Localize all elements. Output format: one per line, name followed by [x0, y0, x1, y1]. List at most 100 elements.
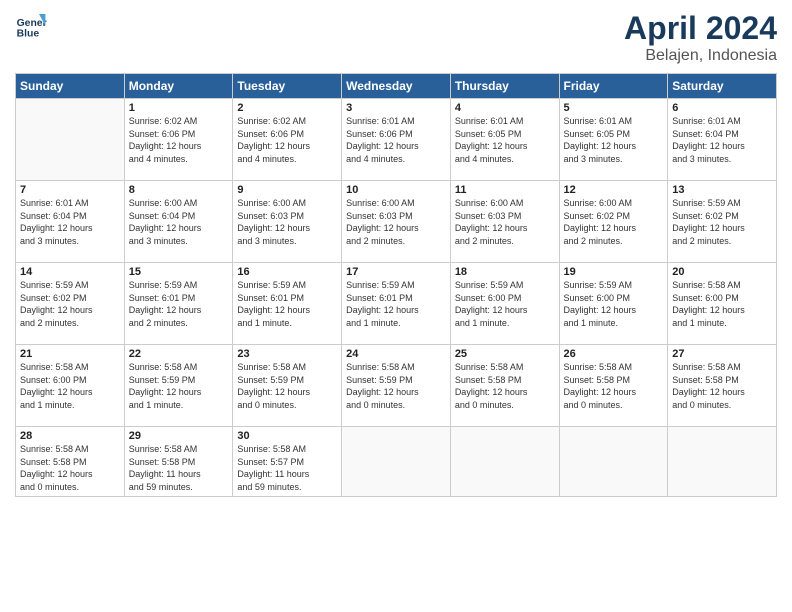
- col-header-wednesday: Wednesday: [342, 74, 451, 99]
- day-info: Sunrise: 6:01 AM Sunset: 6:05 PM Dayligh…: [564, 115, 664, 165]
- calendar-cell: [450, 427, 559, 497]
- day-number: 10: [346, 184, 446, 196]
- col-header-friday: Friday: [559, 74, 668, 99]
- day-info: Sunrise: 6:02 AM Sunset: 6:06 PM Dayligh…: [237, 115, 337, 165]
- calendar-cell: 23Sunrise: 5:58 AM Sunset: 5:59 PM Dayli…: [233, 345, 342, 427]
- calendar-cell: 21Sunrise: 5:58 AM Sunset: 6:00 PM Dayli…: [16, 345, 125, 427]
- day-number: 14: [20, 266, 120, 278]
- day-number: 19: [564, 266, 664, 278]
- day-info: Sunrise: 5:59 AM Sunset: 6:00 PM Dayligh…: [455, 279, 555, 329]
- calendar-cell: 12Sunrise: 6:00 AM Sunset: 6:02 PM Dayli…: [559, 181, 668, 263]
- day-info: Sunrise: 5:58 AM Sunset: 5:58 PM Dayligh…: [129, 443, 229, 493]
- day-info: Sunrise: 5:58 AM Sunset: 6:00 PM Dayligh…: [20, 361, 120, 411]
- calendar-cell: 1Sunrise: 6:02 AM Sunset: 6:06 PM Daylig…: [124, 99, 233, 181]
- calendar-cell: 16Sunrise: 5:59 AM Sunset: 6:01 PM Dayli…: [233, 263, 342, 345]
- day-info: Sunrise: 6:00 AM Sunset: 6:03 PM Dayligh…: [455, 197, 555, 247]
- col-header-tuesday: Tuesday: [233, 74, 342, 99]
- calendar-cell: 4Sunrise: 6:01 AM Sunset: 6:05 PM Daylig…: [450, 99, 559, 181]
- day-info: Sunrise: 5:58 AM Sunset: 6:00 PM Dayligh…: [672, 279, 772, 329]
- day-number: 1: [129, 102, 229, 114]
- logo: General Blue: [15, 10, 47, 42]
- day-number: 29: [129, 430, 229, 442]
- location: Belajen, Indonesia: [624, 47, 777, 65]
- calendar-cell: [342, 427, 451, 497]
- day-number: 12: [564, 184, 664, 196]
- calendar-cell: 28Sunrise: 5:58 AM Sunset: 5:58 PM Dayli…: [16, 427, 125, 497]
- day-info: Sunrise: 6:01 AM Sunset: 6:05 PM Dayligh…: [455, 115, 555, 165]
- day-info: Sunrise: 5:59 AM Sunset: 6:02 PM Dayligh…: [672, 197, 772, 247]
- day-info: Sunrise: 5:58 AM Sunset: 5:58 PM Dayligh…: [20, 443, 120, 493]
- day-info: Sunrise: 5:59 AM Sunset: 6:01 PM Dayligh…: [129, 279, 229, 329]
- day-number: 9: [237, 184, 337, 196]
- day-number: 20: [672, 266, 772, 278]
- calendar-cell: 24Sunrise: 5:58 AM Sunset: 5:59 PM Dayli…: [342, 345, 451, 427]
- day-info: Sunrise: 5:58 AM Sunset: 5:58 PM Dayligh…: [455, 361, 555, 411]
- day-info: Sunrise: 6:01 AM Sunset: 6:04 PM Dayligh…: [20, 197, 120, 247]
- day-number: 26: [564, 348, 664, 360]
- calendar-cell: 8Sunrise: 6:00 AM Sunset: 6:04 PM Daylig…: [124, 181, 233, 263]
- day-info: Sunrise: 5:59 AM Sunset: 6:01 PM Dayligh…: [237, 279, 337, 329]
- col-header-monday: Monday: [124, 74, 233, 99]
- day-number: 27: [672, 348, 772, 360]
- day-info: Sunrise: 5:59 AM Sunset: 6:00 PM Dayligh…: [564, 279, 664, 329]
- calendar-cell: 14Sunrise: 5:59 AM Sunset: 6:02 PM Dayli…: [16, 263, 125, 345]
- day-number: 28: [20, 430, 120, 442]
- calendar-cell: 5Sunrise: 6:01 AM Sunset: 6:05 PM Daylig…: [559, 99, 668, 181]
- calendar-cell: 18Sunrise: 5:59 AM Sunset: 6:00 PM Dayli…: [450, 263, 559, 345]
- day-number: 30: [237, 430, 337, 442]
- day-info: Sunrise: 6:00 AM Sunset: 6:03 PM Dayligh…: [346, 197, 446, 247]
- day-number: 25: [455, 348, 555, 360]
- calendar-cell: 6Sunrise: 6:01 AM Sunset: 6:04 PM Daylig…: [668, 99, 777, 181]
- calendar-cell: 9Sunrise: 6:00 AM Sunset: 6:03 PM Daylig…: [233, 181, 342, 263]
- day-number: 22: [129, 348, 229, 360]
- logo-icon: General Blue: [15, 10, 47, 42]
- calendar-cell: 10Sunrise: 6:00 AM Sunset: 6:03 PM Dayli…: [342, 181, 451, 263]
- calendar-cell: 19Sunrise: 5:59 AM Sunset: 6:00 PM Dayli…: [559, 263, 668, 345]
- calendar-cell: 2Sunrise: 6:02 AM Sunset: 6:06 PM Daylig…: [233, 99, 342, 181]
- day-info: Sunrise: 6:00 AM Sunset: 6:04 PM Dayligh…: [129, 197, 229, 247]
- day-info: Sunrise: 6:00 AM Sunset: 6:03 PM Dayligh…: [237, 197, 337, 247]
- calendar-cell: 7Sunrise: 6:01 AM Sunset: 6:04 PM Daylig…: [16, 181, 125, 263]
- calendar-cell: 17Sunrise: 5:59 AM Sunset: 6:01 PM Dayli…: [342, 263, 451, 345]
- day-number: 15: [129, 266, 229, 278]
- calendar-cell: 15Sunrise: 5:59 AM Sunset: 6:01 PM Dayli…: [124, 263, 233, 345]
- title-area: April 2024 Belajen, Indonesia: [624, 10, 777, 65]
- col-header-saturday: Saturday: [668, 74, 777, 99]
- calendar-cell: 11Sunrise: 6:00 AM Sunset: 6:03 PM Dayli…: [450, 181, 559, 263]
- day-number: 23: [237, 348, 337, 360]
- day-number: 18: [455, 266, 555, 278]
- day-info: Sunrise: 6:02 AM Sunset: 6:06 PM Dayligh…: [129, 115, 229, 165]
- day-info: Sunrise: 5:58 AM Sunset: 5:59 PM Dayligh…: [346, 361, 446, 411]
- day-info: Sunrise: 5:58 AM Sunset: 5:58 PM Dayligh…: [564, 361, 664, 411]
- calendar-cell: [16, 99, 125, 181]
- calendar-cell: 3Sunrise: 6:01 AM Sunset: 6:06 PM Daylig…: [342, 99, 451, 181]
- day-number: 6: [672, 102, 772, 114]
- col-header-sunday: Sunday: [16, 74, 125, 99]
- calendar-cell: 30Sunrise: 5:58 AM Sunset: 5:57 PM Dayli…: [233, 427, 342, 497]
- day-info: Sunrise: 5:58 AM Sunset: 5:58 PM Dayligh…: [672, 361, 772, 411]
- day-number: 11: [455, 184, 555, 196]
- month-title: April 2024: [624, 10, 777, 47]
- day-number: 3: [346, 102, 446, 114]
- col-header-thursday: Thursday: [450, 74, 559, 99]
- day-info: Sunrise: 6:00 AM Sunset: 6:02 PM Dayligh…: [564, 197, 664, 247]
- calendar-cell: [559, 427, 668, 497]
- calendar-cell: 13Sunrise: 5:59 AM Sunset: 6:02 PM Dayli…: [668, 181, 777, 263]
- day-number: 16: [237, 266, 337, 278]
- svg-text:Blue: Blue: [17, 28, 40, 39]
- calendar-cell: 26Sunrise: 5:58 AM Sunset: 5:58 PM Dayli…: [559, 345, 668, 427]
- calendar-cell: 29Sunrise: 5:58 AM Sunset: 5:58 PM Dayli…: [124, 427, 233, 497]
- day-number: 2: [237, 102, 337, 114]
- day-number: 5: [564, 102, 664, 114]
- calendar-cell: 25Sunrise: 5:58 AM Sunset: 5:58 PM Dayli…: [450, 345, 559, 427]
- calendar-cell: 22Sunrise: 5:58 AM Sunset: 5:59 PM Dayli…: [124, 345, 233, 427]
- calendar-cell: 20Sunrise: 5:58 AM Sunset: 6:00 PM Dayli…: [668, 263, 777, 345]
- day-number: 8: [129, 184, 229, 196]
- calendar-cell: 27Sunrise: 5:58 AM Sunset: 5:58 PM Dayli…: [668, 345, 777, 427]
- day-info: Sunrise: 6:01 AM Sunset: 6:04 PM Dayligh…: [672, 115, 772, 165]
- day-number: 17: [346, 266, 446, 278]
- day-number: 24: [346, 348, 446, 360]
- day-info: Sunrise: 5:58 AM Sunset: 5:59 PM Dayligh…: [237, 361, 337, 411]
- day-number: 21: [20, 348, 120, 360]
- day-info: Sunrise: 5:58 AM Sunset: 5:57 PM Dayligh…: [237, 443, 337, 493]
